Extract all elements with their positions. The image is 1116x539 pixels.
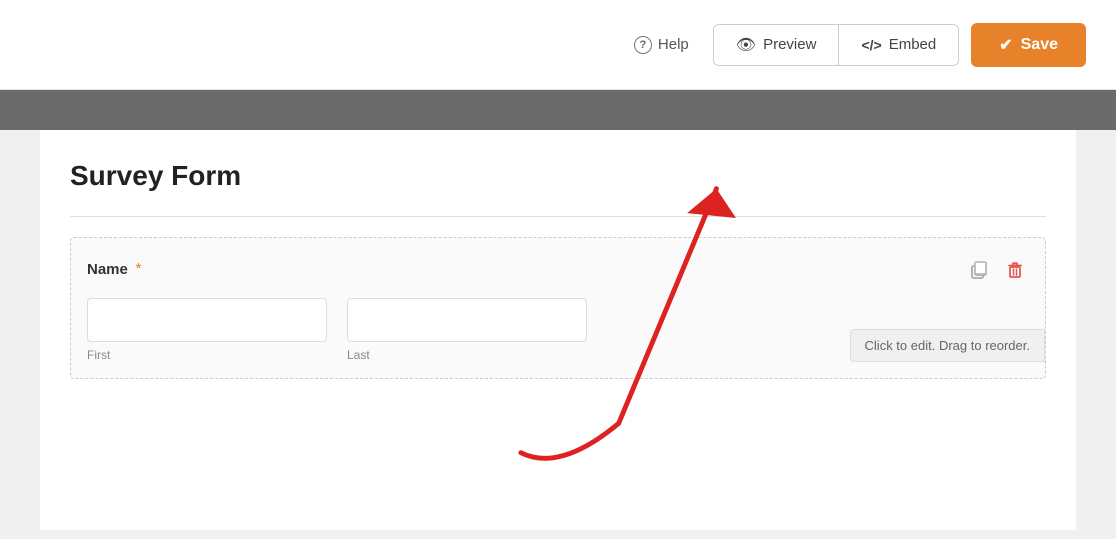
embed-button[interactable]: </> Embed: [839, 25, 958, 65]
duplicate-icon[interactable]: [965, 256, 993, 284]
check-icon: ✔: [999, 35, 1012, 55]
help-icon: ?: [634, 36, 652, 54]
save-label: Save: [1021, 36, 1058, 54]
field-actions: [965, 256, 1029, 284]
field-label-container: Name *: [87, 261, 142, 279]
form-divider: [70, 216, 1046, 217]
copy-svg: [969, 260, 989, 280]
last-name-label: Last: [347, 348, 587, 362]
code-icon: </>: [861, 37, 881, 53]
preview-button[interactable]: 👁 Preview: [714, 25, 840, 65]
eye-icon: 👁: [736, 35, 756, 55]
first-name-label: First: [87, 348, 327, 362]
field-label: Name: [87, 261, 128, 278]
field-label-row: Name *: [87, 256, 1029, 284]
gray-band: [0, 90, 1116, 130]
trash-svg: [1005, 260, 1025, 280]
last-name-group: Last: [347, 298, 587, 362]
form-area: Survey Form Name *: [40, 130, 1076, 530]
embed-label: Embed: [889, 36, 937, 53]
preview-label: Preview: [763, 36, 816, 53]
click-to-edit-hint[interactable]: Click to edit. Drag to reorder.: [850, 329, 1045, 362]
help-label: Help: [658, 36, 689, 53]
top-bar: ? Help 👁 Preview </> Embed ✔ Save: [0, 0, 1116, 90]
form-title: Survey Form: [70, 160, 1046, 192]
required-star: *: [135, 261, 141, 278]
preview-embed-group: 👁 Preview </> Embed: [713, 24, 959, 66]
last-name-input[interactable]: [347, 298, 587, 342]
delete-icon[interactable]: [1001, 256, 1029, 284]
help-button[interactable]: ? Help: [622, 28, 701, 62]
first-name-group: First: [87, 298, 327, 362]
name-field-card: Name *: [70, 237, 1046, 379]
first-name-input[interactable]: [87, 298, 327, 342]
save-button[interactable]: ✔ Save: [971, 23, 1086, 67]
